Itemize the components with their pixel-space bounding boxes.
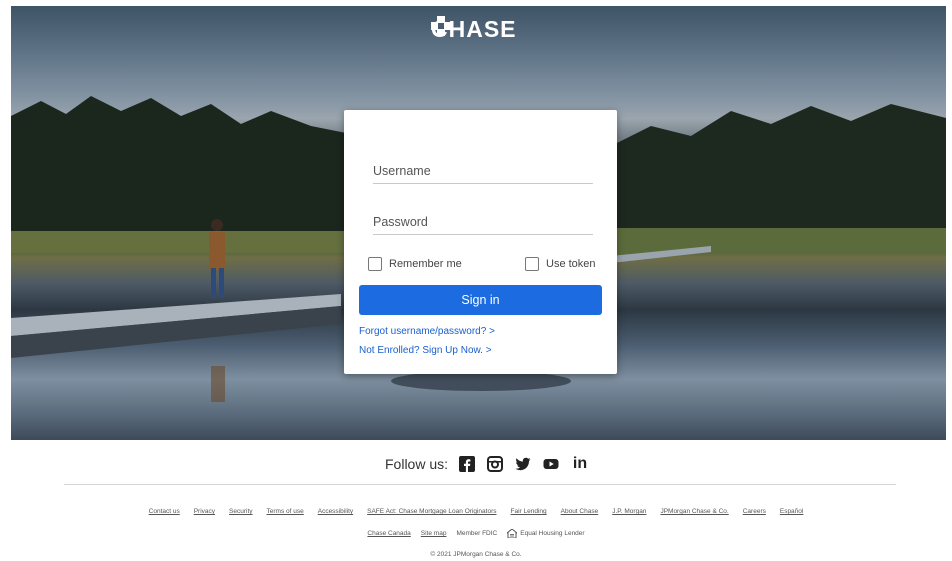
chase-octagon-logo-icon [431, 16, 451, 36]
forgot-credentials-link[interactable]: Forgot username/password? > [359, 326, 495, 337]
footer-link-careers[interactable]: Careers [743, 508, 766, 515]
footer-links-row: Contact us Privacy Security Terms of use… [0, 508, 952, 515]
remember-me-box[interactable] [368, 257, 382, 271]
chase-logo[interactable]: CHASE [431, 16, 517, 42]
remember-me-checkbox[interactable]: Remember me [368, 257, 462, 271]
follow-us-bar: Follow us: in [385, 455, 590, 473]
login-card: Remember me Use token Sign in Forgot use… [344, 110, 617, 374]
enroll-link[interactable]: Not Enrolled? Sign Up Now. > [359, 345, 492, 356]
footer-link-jp-morgan[interactable]: J.P. Morgan [612, 508, 646, 515]
footer-link-security[interactable]: Security [229, 508, 252, 515]
follow-us-label: Follow us: [385, 456, 449, 472]
equal-housing-label: Equal Housing Lender [520, 530, 585, 537]
footer-links-row-2: Chase Canada Site map Member FDIC Equal … [0, 529, 952, 538]
footer-link-about[interactable]: About Chase [561, 508, 599, 515]
footer-link-terms[interactable]: Terms of use [267, 508, 304, 515]
username-field[interactable] [373, 158, 593, 184]
use-token-box[interactable] [525, 257, 539, 271]
footer-link-jpmorgan-chase[interactable]: JPMorgan Chase & Co. [660, 508, 728, 515]
use-token-label: Use token [546, 258, 596, 270]
footer-link-privacy[interactable]: Privacy [194, 508, 215, 515]
copyright-text: © 2021 JPMorgan Chase & Co. [430, 551, 522, 558]
footer-link-espanol[interactable]: Español [780, 508, 804, 515]
instagram-icon[interactable] [486, 455, 504, 473]
facebook-icon[interactable] [458, 455, 476, 473]
footer-link-contact[interactable]: Contact us [149, 508, 180, 515]
password-field[interactable] [373, 209, 593, 235]
footer-link-chase-canada[interactable]: Chase Canada [367, 530, 410, 537]
linkedin-icon[interactable]: in [570, 455, 590, 473]
footer-link-site-map[interactable]: Site map [421, 530, 447, 537]
twitter-icon[interactable] [514, 455, 532, 473]
footer-link-safe-act[interactable]: SAFE Act: Chase Mortgage Loan Originator… [367, 508, 496, 515]
youtube-icon[interactable] [542, 455, 560, 473]
footer-copyright-row: © 2021 JPMorgan Chase & Co. [0, 551, 952, 558]
password-input[interactable] [373, 209, 593, 234]
sign-in-button[interactable]: Sign in [359, 285, 602, 315]
equal-housing-lender: Equal Housing Lender [507, 529, 585, 538]
member-fdic-text: Member FDIC [456, 530, 498, 537]
footer-divider [64, 484, 896, 485]
equal-housing-icon [507, 529, 518, 538]
footer-link-fair-lending[interactable]: Fair Lending [510, 508, 546, 515]
username-input[interactable] [373, 158, 593, 183]
footer-link-accessibility[interactable]: Accessibility [318, 508, 353, 515]
use-token-checkbox[interactable]: Use token [525, 257, 596, 271]
remember-me-label: Remember me [389, 258, 462, 270]
